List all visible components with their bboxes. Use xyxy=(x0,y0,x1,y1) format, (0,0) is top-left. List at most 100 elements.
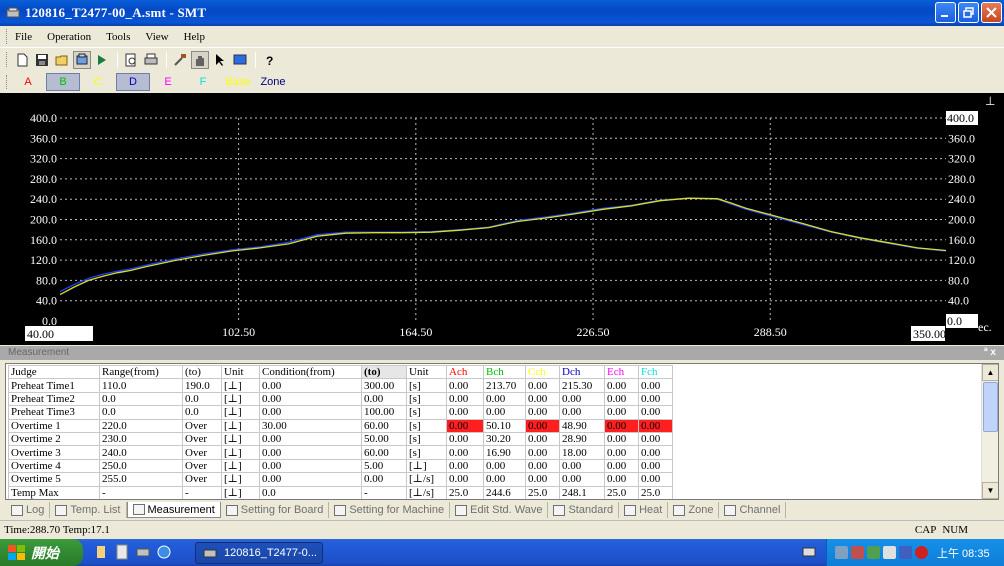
table-cell[interactable]: Over xyxy=(182,418,222,433)
table-cell[interactable]: 248.1 xyxy=(559,485,605,499)
table-cell[interactable]: 250.0 xyxy=(99,458,183,474)
tab-temp-list[interactable]: Temp. List xyxy=(50,502,127,518)
table-cell[interactable]: 0.00 xyxy=(259,458,362,474)
table-cell[interactable]: 0.00 xyxy=(559,458,605,474)
table-cell[interactable]: 0.00 xyxy=(638,378,673,393)
channel-d-button[interactable]: D xyxy=(116,73,150,91)
column-header[interactable]: Ech xyxy=(604,364,639,380)
table-cell[interactable]: 25.0 xyxy=(446,485,484,499)
tab-heat[interactable]: Heat xyxy=(619,502,669,518)
table-cell[interactable]: 220.0 xyxy=(99,418,183,433)
display-icon[interactable] xyxy=(899,546,912,559)
table-cell[interactable]: 0.00 xyxy=(604,472,639,487)
table-cell[interactable]: 0.00 xyxy=(483,472,526,487)
table-cell[interactable]: 0.00 xyxy=(446,405,484,420)
table-cell[interactable]: - xyxy=(99,485,183,499)
sync-icon[interactable] xyxy=(867,546,880,559)
tab-edit-std-wave[interactable]: Edit Std. Wave xyxy=(450,502,549,518)
table-cell[interactable]: 230.0 xyxy=(99,431,183,447)
table-cell[interactable]: 0.0 xyxy=(182,391,222,407)
table-cell[interactable]: 0.00 xyxy=(446,378,484,393)
hand-button[interactable] xyxy=(191,50,209,69)
scroll-thumb[interactable] xyxy=(983,382,998,432)
table-cell[interactable]: 0.00 xyxy=(483,458,526,474)
tab-zone[interactable]: Zone xyxy=(668,502,720,518)
table-cell[interactable]: 0.00 xyxy=(525,458,560,474)
channel-c-button[interactable]: C xyxy=(81,73,115,91)
table-cell[interactable]: 0.00 xyxy=(604,431,639,447)
table-cell[interactable]: 0.00 xyxy=(638,391,673,407)
table-cell[interactable]: 0.00 xyxy=(446,445,484,460)
table-cell[interactable]: 50.00 xyxy=(361,431,407,447)
table-cell[interactable]: 0.00 xyxy=(259,472,362,487)
tab-channel[interactable]: Channel xyxy=(719,502,787,518)
table-cell[interactable]: 0.00 xyxy=(525,431,560,447)
tab-measurement[interactable]: Measurement xyxy=(126,502,221,518)
table-cell[interactable]: 0.00 xyxy=(446,458,484,474)
table-cell[interactable]: 0.00 xyxy=(638,445,673,460)
scroll-down-button[interactable]: ▼ xyxy=(982,482,998,499)
table-cell[interactable]: [⊥] xyxy=(221,458,260,474)
table-cell[interactable]: 0.00 xyxy=(446,391,484,407)
channel-f-button[interactable]: F xyxy=(186,73,220,91)
table-cell[interactable]: Overtime 3 xyxy=(8,445,100,460)
column-header[interactable]: Unit xyxy=(221,364,260,380)
table-cell[interactable]: 213.70 xyxy=(483,378,526,393)
table-cell[interactable]: 25.0 xyxy=(525,485,560,499)
tab-standard[interactable]: Standard xyxy=(548,502,620,518)
table-cell[interactable]: [s] xyxy=(406,418,447,433)
table-cell[interactable]: 50.10 xyxy=(483,418,526,433)
column-header[interactable]: Judge xyxy=(8,364,100,380)
table-cell[interactable]: 190.0 xyxy=(182,378,222,393)
table-cell[interactable]: 30.20 xyxy=(483,431,526,447)
start-button[interactable]: 開始 xyxy=(0,539,83,566)
column-header[interactable]: (to) xyxy=(361,364,407,380)
table-cell[interactable]: 0.0 xyxy=(259,485,362,499)
table-cell[interactable]: 0.00 xyxy=(638,458,673,474)
table-cell[interactable]: 0.00 xyxy=(638,431,673,447)
table-cell[interactable]: - xyxy=(361,485,407,499)
table-cell[interactable]: 0.00 xyxy=(259,445,362,460)
table-cell[interactable]: 0.00 xyxy=(446,418,484,433)
table-cell[interactable]: 240.0 xyxy=(99,445,183,460)
help-button[interactable]: ? xyxy=(260,51,278,69)
keyboard-icon[interactable] xyxy=(802,546,816,558)
table-cell[interactable]: 0.0 xyxy=(99,405,183,420)
table-cell[interactable]: 0.00 xyxy=(638,418,673,433)
table-cell[interactable]: 0.00 xyxy=(525,405,560,420)
volume-icon[interactable] xyxy=(883,546,896,559)
column-header[interactable]: Condition(from) xyxy=(259,364,362,380)
security-icon[interactable] xyxy=(851,546,864,559)
close-button[interactable] xyxy=(981,2,1002,23)
table-cell[interactable]: 0.00 xyxy=(525,391,560,407)
table-cell[interactable]: 0.00 xyxy=(525,472,560,487)
table-row[interactable]: Overtime 2 230.0 Over [⊥] 0.00 50.00 [s] 0.00 30… xyxy=(8,431,673,447)
table-cell[interactable]: 60.00 xyxy=(361,445,407,460)
table-cell[interactable]: Overtime 5 xyxy=(8,472,100,487)
table-cell[interactable]: 300.00 xyxy=(361,378,407,393)
table-cell[interactable]: [⊥] xyxy=(221,405,260,420)
table-cell[interactable]: 0.00 xyxy=(638,472,673,487)
table-vertical-scrollbar[interactable]: ▲ ▼ xyxy=(981,364,998,499)
table-cell[interactable]: 0.00 xyxy=(559,472,605,487)
tab-log[interactable]: Log xyxy=(6,502,51,518)
table-cell[interactable]: 0.00 xyxy=(259,431,362,447)
table-row[interactable]: Overtime 1 220.0 Over [⊥] 30.00 60.00 [s] 0.00 5… xyxy=(8,418,673,433)
table-cell[interactable]: [s] xyxy=(406,405,447,420)
table-cell[interactable]: 0.0 xyxy=(182,405,222,420)
table-cell[interactable]: 0.00 xyxy=(259,378,362,393)
table-cell[interactable]: 100.00 xyxy=(361,405,407,420)
table-cell[interactable]: [s] xyxy=(406,378,447,393)
temperature-chart[interactable]: 400.0 400.0 360.0 360.0 320.0 320.0 280.0 280.0… xyxy=(0,93,1004,345)
base-button[interactable]: Base xyxy=(221,73,255,91)
column-header[interactable]: Fch xyxy=(638,364,673,380)
table-cell[interactable]: 0.00 xyxy=(604,458,639,474)
maximize-button[interactable] xyxy=(958,2,979,23)
column-header[interactable]: Range(from) xyxy=(99,364,183,380)
table-cell[interactable]: 0.00 xyxy=(638,405,673,420)
column-header[interactable]: (to) xyxy=(182,364,222,380)
table-cell[interactable]: 0.00 xyxy=(361,391,407,407)
table-cell[interactable]: 25.0 xyxy=(638,485,673,499)
table-cell[interactable]: 0.00 xyxy=(559,405,605,420)
open-button[interactable] xyxy=(53,51,71,69)
